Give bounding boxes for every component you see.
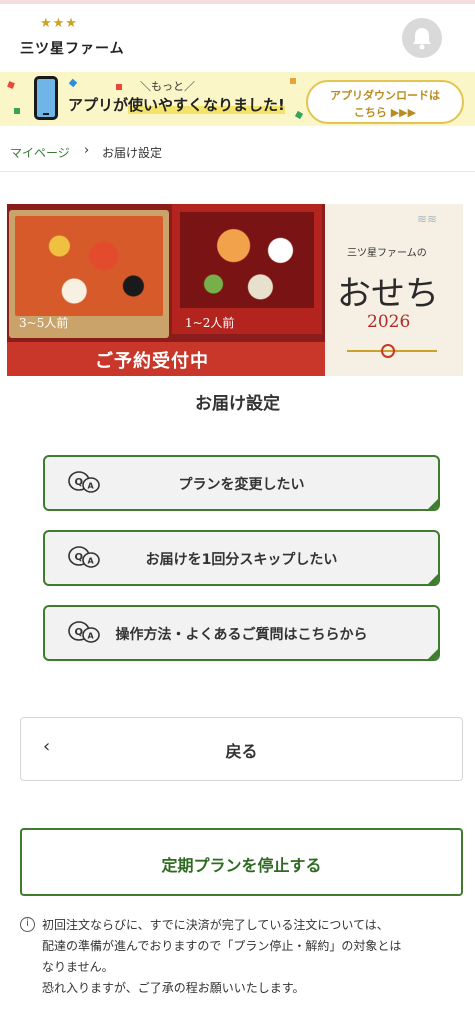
- info-icon: i: [20, 917, 35, 932]
- stop-plan-button[interactable]: 定期プランを停止する: [20, 828, 463, 896]
- page-title: お届け設定: [195, 394, 280, 414]
- promo-label-large: 3~5人前: [19, 316, 69, 330]
- banner-headline-highlight: 使いやすくなりました!: [128, 96, 285, 114]
- faq-button[interactable]: Q A 操作方法・よくあるご質問はこちらから: [43, 605, 440, 661]
- confetti-decoration: [7, 81, 15, 89]
- mizuhiki-knot-icon: [381, 344, 395, 358]
- skip-delivery-label: お届けを1回分スキップしたい: [145, 552, 338, 568]
- osechi-promo-banner[interactable]: 3~5人前 1~2人前 ご予約受付中 ≋≋ 三ツ星ファームの おせち 2026: [7, 204, 463, 376]
- banner-headline-prefix: アプリが: [68, 96, 129, 114]
- faq-label: 操作方法・よくあるご質問はこちらから: [115, 627, 368, 643]
- notice-line: 初回注文ならびに、すでに決済が完了している注文については、: [42, 918, 389, 932]
- confetti-decoration: [290, 78, 296, 84]
- app-download-button-line2: こちら ▶▶▶: [353, 106, 417, 119]
- promo-year: 2026: [367, 312, 411, 332]
- app-download-button-line1: アプリダウンロードは: [330, 89, 440, 102]
- promo-title: おせち: [337, 274, 439, 314]
- breadcrumb-mypage-link[interactable]: マイページ: [10, 144, 70, 161]
- promo-label-small: 1~2人前: [185, 316, 235, 330]
- app-header: ★★★ 三ツ星ファーム: [0, 4, 475, 70]
- promo-title-panel: ≋≋ 三ツ星ファームの おせち 2026: [325, 204, 463, 376]
- skip-delivery-button[interactable]: Q A お届けを1回分スキップしたい: [43, 530, 440, 586]
- notification-bell-icon[interactable]: [402, 18, 442, 58]
- logo-text: 三ツ星ファーム: [20, 41, 125, 57]
- confetti-decoration: [116, 84, 122, 90]
- breadcrumb-chevron-icon: ›: [84, 143, 90, 158]
- banner-subtext: ＼もっと／: [140, 80, 195, 93]
- promo-reservation-band: ご予約受付中: [7, 342, 325, 376]
- breadcrumb: マイページ › お届け設定: [0, 136, 475, 172]
- promo-reservation-text: ご予約受付中: [95, 351, 209, 372]
- confetti-decoration: [68, 78, 78, 88]
- change-plan-label: プランを変更したい: [178, 477, 305, 493]
- stop-plan-label: 定期プランを停止する: [161, 856, 322, 875]
- confetti-decoration: [294, 110, 304, 120]
- change-plan-button[interactable]: Q A プランを変更したい: [43, 455, 440, 511]
- back-button[interactable]: ‹ 戻る: [20, 717, 463, 781]
- promo-brand: 三ツ星ファームの: [347, 248, 427, 259]
- smartphone-icon: [34, 76, 58, 120]
- promo-photo: 3~5人前 1~2人前 ご予約受付中: [7, 204, 325, 376]
- banner-headline: アプリが使いやすくなりました!: [68, 94, 285, 115]
- notice-line: 配達の準備が進んでおりますので「プラン停止・解約」の対象とは: [42, 939, 402, 953]
- back-label: 戻る: [225, 742, 258, 761]
- breadcrumb-current: お届け設定: [102, 146, 163, 160]
- notice-text: 初回注文ならびに、すでに決済が完了している注文については、 配達の準備が進んでお…: [42, 915, 462, 999]
- brand-logo[interactable]: ★★★ 三ツ星ファーム: [18, 14, 128, 60]
- notice-line: なりません。: [42, 960, 114, 974]
- app-download-button[interactable]: アプリダウンロードは こちら ▶▶▶: [306, 80, 464, 124]
- notice-line: 恐れ入りますが、ご了承の程お願いいたします。: [42, 981, 305, 995]
- confetti-decoration: [14, 108, 20, 114]
- wave-pattern-icon: ≋≋: [417, 212, 438, 226]
- logo-stars: ★★★: [40, 16, 78, 31]
